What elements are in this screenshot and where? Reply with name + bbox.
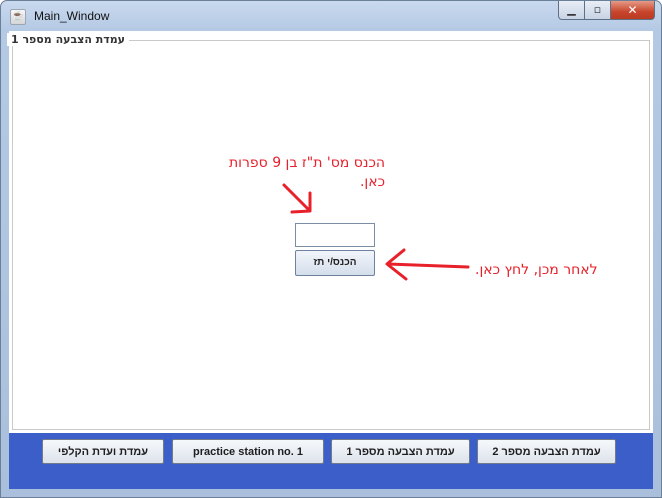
maximize-button[interactable]: ▫ <box>585 1 611 20</box>
client-area: עמדת הצבעה מספר 1 הכנס מס' ת"ז בן 9 ספרו… <box>6 31 653 489</box>
ballot-committee-station-button[interactable]: עמדת ועדת הקלפי <box>42 439 164 464</box>
enter-id-instruction: הכנס מס' ת"ז בן 9 ספרות כאן. <box>165 154 385 192</box>
maximize-icon: ▫ <box>593 3 602 16</box>
minimize-icon: ▁ <box>567 3 576 16</box>
enter-id-instruction-line1: הכנס מס' ת"ז בן 9 ספרות <box>228 155 385 171</box>
close-button[interactable]: ✕ <box>611 1 655 20</box>
arrow-down-right-icon <box>282 183 312 214</box>
close-icon: ✕ <box>627 3 638 17</box>
java-cup-icon: ☕ <box>10 9 26 25</box>
arrow-left-icon <box>385 248 470 281</box>
window-title: Main_Window <box>34 9 110 23</box>
main-window: ☕ Main_Window ▁ ▫ ✕ עמדת הצבעה מספר 1 הכ… <box>0 0 662 498</box>
voting-station-2-button[interactable]: עמדת הצבעה מספר 2 <box>477 439 616 464</box>
minimize-button[interactable]: ▁ <box>558 1 585 20</box>
voting-station-panel: עמדת הצבעה מספר 1 הכנס מס' ת"ז בן 9 ספרו… <box>6 33 650 430</box>
click-here-instruction: לאחר מכן, לחץ כאן. <box>475 262 598 278</box>
station-bar: עמדת ועדת הקלפי practice station no. 1 ע… <box>9 433 653 489</box>
panel-legend: עמדת הצבעה מספר 1 <box>6 33 129 46</box>
window-controls: ▁ ▫ ✕ <box>558 1 655 21</box>
enter-id-button[interactable]: הכנס/י תז <box>295 250 375 276</box>
enter-id-instruction-line2: כאן. <box>359 174 385 190</box>
id-number-input[interactable] <box>295 223 375 247</box>
title-bar[interactable]: ☕ Main_Window ▁ ▫ ✕ <box>1 1 661 31</box>
voting-station-1-button[interactable]: עמדת הצבעה מספר 1 <box>331 439 470 464</box>
practice-station-button[interactable]: practice station no. 1 <box>172 439 324 464</box>
